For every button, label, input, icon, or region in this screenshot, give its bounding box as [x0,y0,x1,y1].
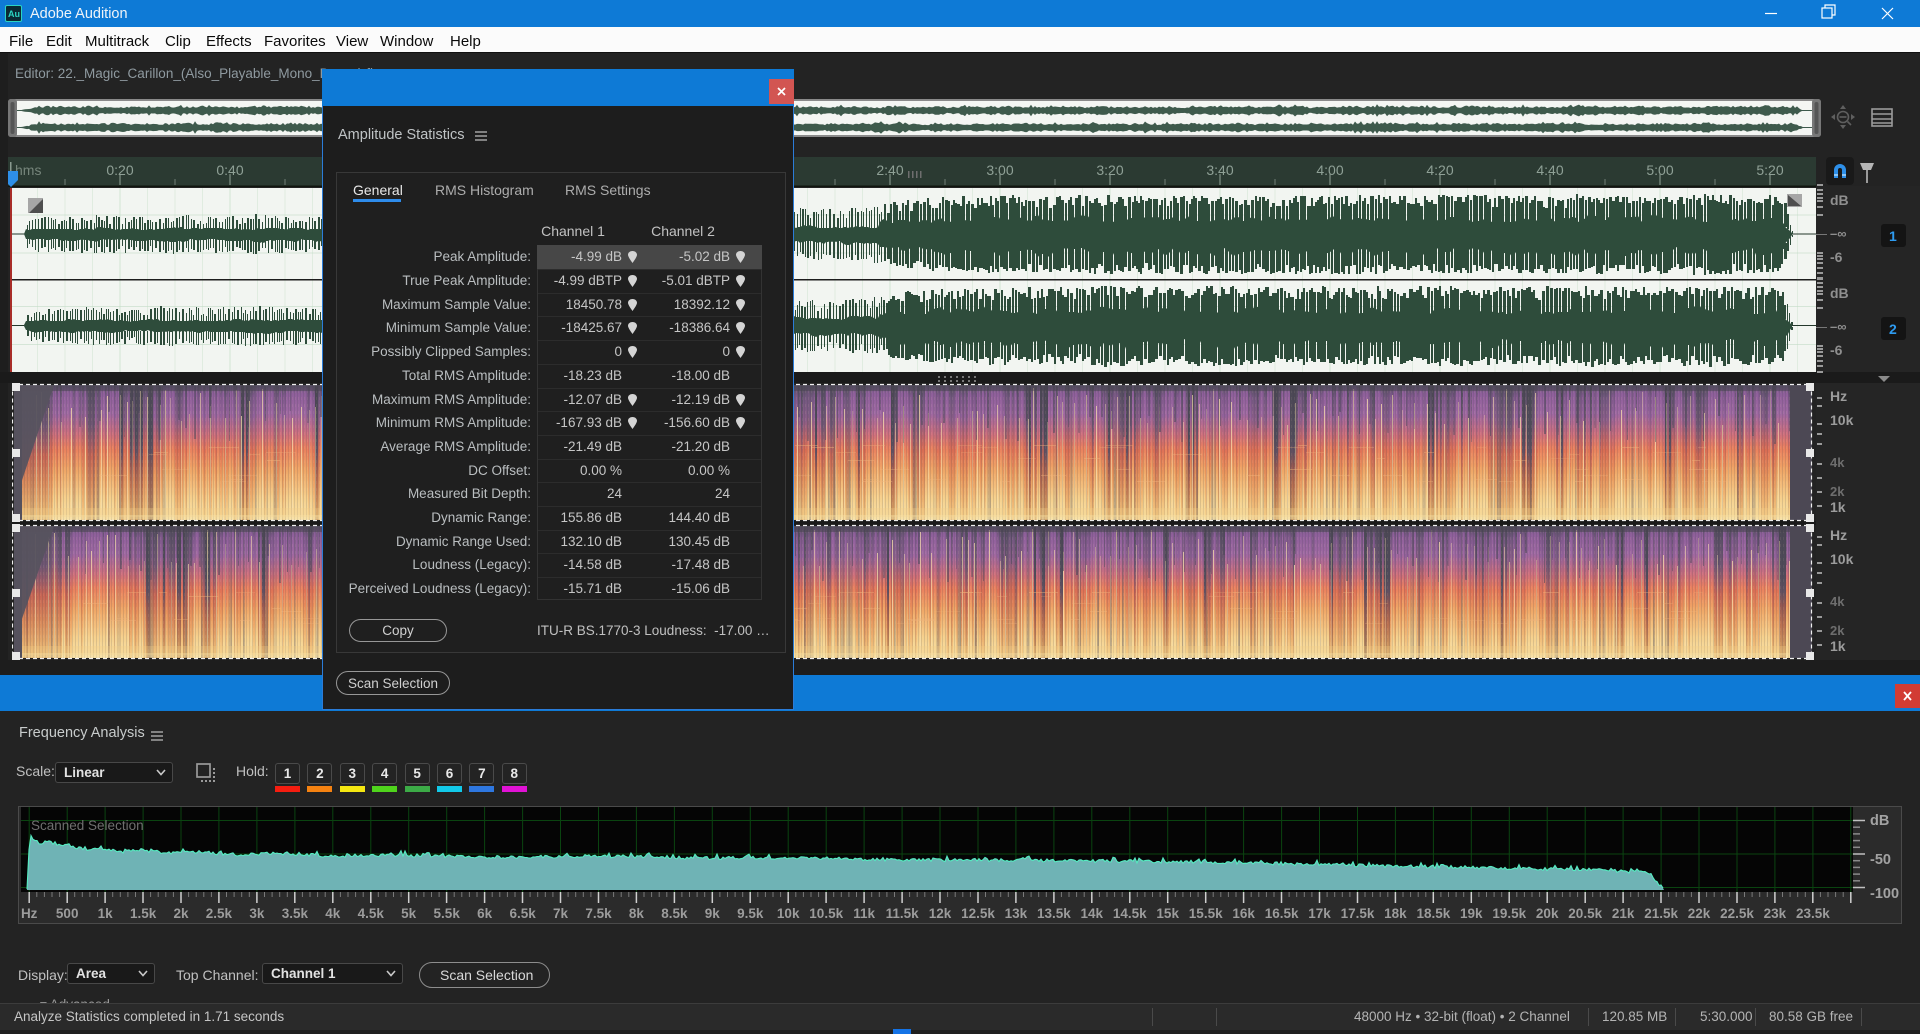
svg-text:3:20: 3:20 [1096,162,1123,178]
svg-text:2:40: 2:40 [876,162,903,178]
svg-text:6k: 6k [477,906,493,921]
svg-text:11.5k: 11.5k [886,906,920,921]
svg-text:1k: 1k [98,906,114,921]
svg-text:22.5k: 22.5k [1720,906,1754,921]
svg-text:500: 500 [56,906,79,921]
svg-text:2k: 2k [173,906,189,921]
svg-text:5k: 5k [401,906,417,921]
svg-text:-50: -50 [1870,852,1891,868]
svg-text:9k: 9k [705,906,721,921]
svg-text:3:40: 3:40 [1206,162,1233,178]
svg-text:20k: 20k [1536,906,1559,921]
svg-text:3.5k: 3.5k [282,906,309,921]
svg-text:18k: 18k [1384,906,1407,921]
svg-text:dB: dB [1870,813,1889,829]
svg-text:16.5k: 16.5k [1265,906,1299,921]
svg-text:4:20: 4:20 [1426,162,1453,178]
svg-text:7k: 7k [553,906,569,921]
svg-text:20.5k: 20.5k [1568,906,1602,921]
svg-text:18.5k: 18.5k [1417,906,1451,921]
svg-text:5.5k: 5.5k [434,906,461,921]
svg-text:21.5k: 21.5k [1644,906,1678,921]
svg-text:14k: 14k [1081,906,1104,921]
svg-text:0:40: 0:40 [216,162,243,178]
svg-text:19k: 19k [1460,906,1483,921]
svg-text:3:00: 3:00 [986,162,1013,178]
svg-text:12k: 12k [929,906,952,921]
svg-text:11k: 11k [853,906,875,921]
svg-text:13.5k: 13.5k [1037,906,1071,921]
svg-text:Scanned Selection: Scanned Selection [31,818,144,833]
svg-text:12.5k: 12.5k [961,906,995,921]
svg-text:16k: 16k [1232,906,1255,921]
svg-text:0:20: 0:20 [106,162,133,178]
svg-text:6.5k: 6.5k [509,906,536,921]
svg-text:4k: 4k [325,906,341,921]
svg-text:17.5k: 17.5k [1341,906,1375,921]
svg-text:23k: 23k [1764,906,1787,921]
svg-text:10.5k: 10.5k [809,906,843,921]
svg-text:14.5k: 14.5k [1113,906,1147,921]
svg-text:19.5k: 19.5k [1492,906,1526,921]
svg-text:4.5k: 4.5k [358,906,385,921]
svg-text:4:00: 4:00 [1316,162,1343,178]
svg-text:5:00: 5:00 [1646,162,1673,178]
svg-text:1.5k: 1.5k [130,906,157,921]
svg-text:7.5k: 7.5k [585,906,612,921]
svg-text:3k: 3k [249,906,265,921]
svg-text:hms: hms [15,162,41,178]
svg-text:2.5k: 2.5k [206,906,233,921]
svg-text:15k: 15k [1156,906,1179,921]
svg-text:15.5k: 15.5k [1189,906,1223,921]
svg-text:22k: 22k [1688,906,1711,921]
svg-text:13k: 13k [1005,906,1028,921]
svg-text:8k: 8k [629,906,645,921]
svg-text:17k: 17k [1308,906,1331,921]
svg-text:5:20: 5:20 [1756,162,1783,178]
svg-text:21k: 21k [1612,906,1635,921]
svg-text:4:40: 4:40 [1536,162,1563,178]
svg-text:9.5k: 9.5k [737,906,764,921]
svg-text:10k: 10k [777,906,800,921]
svg-text:8.5k: 8.5k [661,906,688,921]
svg-text:23.5k: 23.5k [1796,906,1830,921]
svg-text:-100: -100 [1870,886,1899,902]
svg-text:Hz: Hz [21,906,38,921]
